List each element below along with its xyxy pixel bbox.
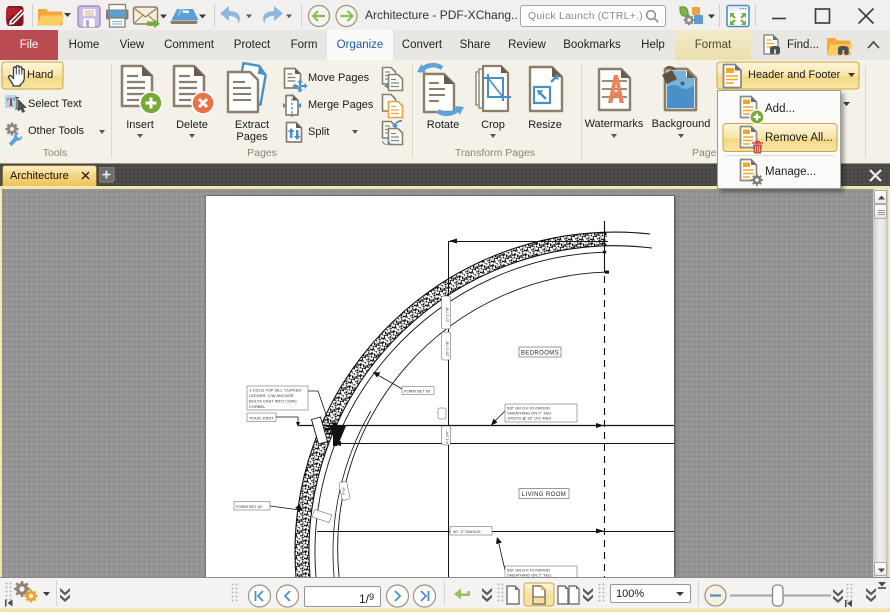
svg-text:40'- 0" RADIUS: 40'- 0" RADIUS (453, 529, 481, 534)
svg-text:FORM SET #3: FORM SET #3 (404, 389, 431, 394)
svg-text:25'-2 7/8": 25'-2 7/8" (446, 340, 450, 356)
svg-text:1-1/2x11 TOP SILL 'CURVED': 1-1/2x11 TOP SILL 'CURVED' (249, 388, 302, 393)
svg-text:POUR JOINT: POUR JOINT (250, 416, 275, 421)
svg-text:LEDGER, C/W ANCHOR: LEDGER, C/W ANCHOR (249, 393, 294, 398)
svg-text:BOLTS CAST INTO CONC: BOLTS CAST INTO CONC (249, 399, 297, 404)
svg-text:FORM SET #2: FORM SET #2 (236, 504, 263, 509)
svg-text:27'-2 7/8": 27'-2 7/8" (446, 306, 450, 322)
svg-text:JOISTS @ 16" O/C MAX: JOISTS @ 16" O/C MAX (507, 416, 551, 421)
svg-text:4'-1 3/4": 4'-1 3/4" (446, 430, 450, 444)
svg-text:BEDROOMS: BEDROOMS (521, 351, 559, 357)
svg-text:LIVING ROOM: LIVING ROOM (522, 492, 566, 498)
svg-text:CORBEL: CORBEL (249, 404, 266, 409)
svg-text:T: T (7, 95, 15, 109)
